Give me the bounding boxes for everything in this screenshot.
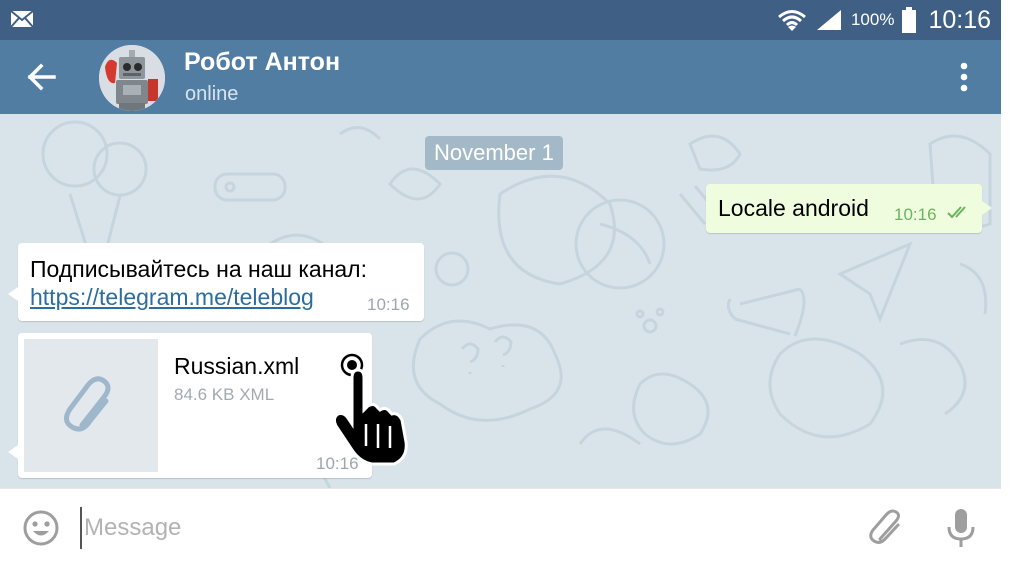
more-vert-icon[interactable]: [949, 60, 979, 94]
mail-icon: [10, 10, 34, 28]
tap-hand-icon: [332, 368, 408, 466]
battery-percent: 100%: [850, 10, 895, 29]
message-composer: [0, 488, 1001, 564]
date-divider: November 1: [425, 136, 563, 170]
message-time: 10:16: [367, 295, 410, 314]
file-thumbnail[interactable]: [24, 339, 158, 472]
paperclip-icon: [64, 376, 111, 432]
message-time: 10:16: [894, 205, 937, 224]
double-check-icon: [947, 206, 966, 219]
outgoing-message[interactable]: Locale android 10:16: [706, 184, 982, 233]
status-bar: 100% 10:16: [0, 0, 1001, 40]
back-arrow-icon[interactable]: [20, 58, 64, 96]
bubble-tail-in: [8, 287, 18, 301]
file-message[interactable]: Russian.xml 84.6 KB XML 10:16: [18, 333, 372, 478]
wifi-icon: [777, 10, 806, 31]
status-time: 10:16: [928, 5, 991, 34]
incoming-message[interactable]: Подписывайтесь на наш канал: https://tel…: [18, 243, 424, 321]
signal-icon: [816, 10, 841, 30]
chat-title[interactable]: Робот Антон: [184, 48, 340, 77]
telegram-app: 100% 10:16 Робот Антон online November 1…: [0, 0, 1001, 564]
file-name[interactable]: Russian.xml: [174, 353, 299, 380]
bubble-tail-out: [982, 201, 992, 215]
chat-status: online: [185, 83, 239, 105]
battery-icon: [902, 7, 917, 33]
chat-toolbar: Робот Антон online: [0, 40, 1001, 114]
avatar[interactable]: [99, 45, 165, 111]
message-text: Locale android: [718, 195, 869, 221]
message-input[interactable]: [80, 507, 786, 549]
file-meta: 84.6 KB XML: [174, 385, 275, 404]
message-link[interactable]: https://telegram.me/teleblog: [30, 284, 314, 311]
robot-avatar-icon: [99, 45, 165, 111]
attach-icon[interactable]: [866, 509, 906, 549]
bubble-tail-in: [8, 445, 18, 459]
chat-area[interactable]: November 1 Locale android 10:16 Подписыв…: [0, 114, 1001, 488]
emoji-icon[interactable]: [22, 509, 60, 547]
mic-icon[interactable]: [944, 507, 978, 549]
status-bar-right: 100% 10:16: [777, 0, 991, 40]
message-text: Подписывайтесь на наш канал:: [30, 256, 367, 282]
